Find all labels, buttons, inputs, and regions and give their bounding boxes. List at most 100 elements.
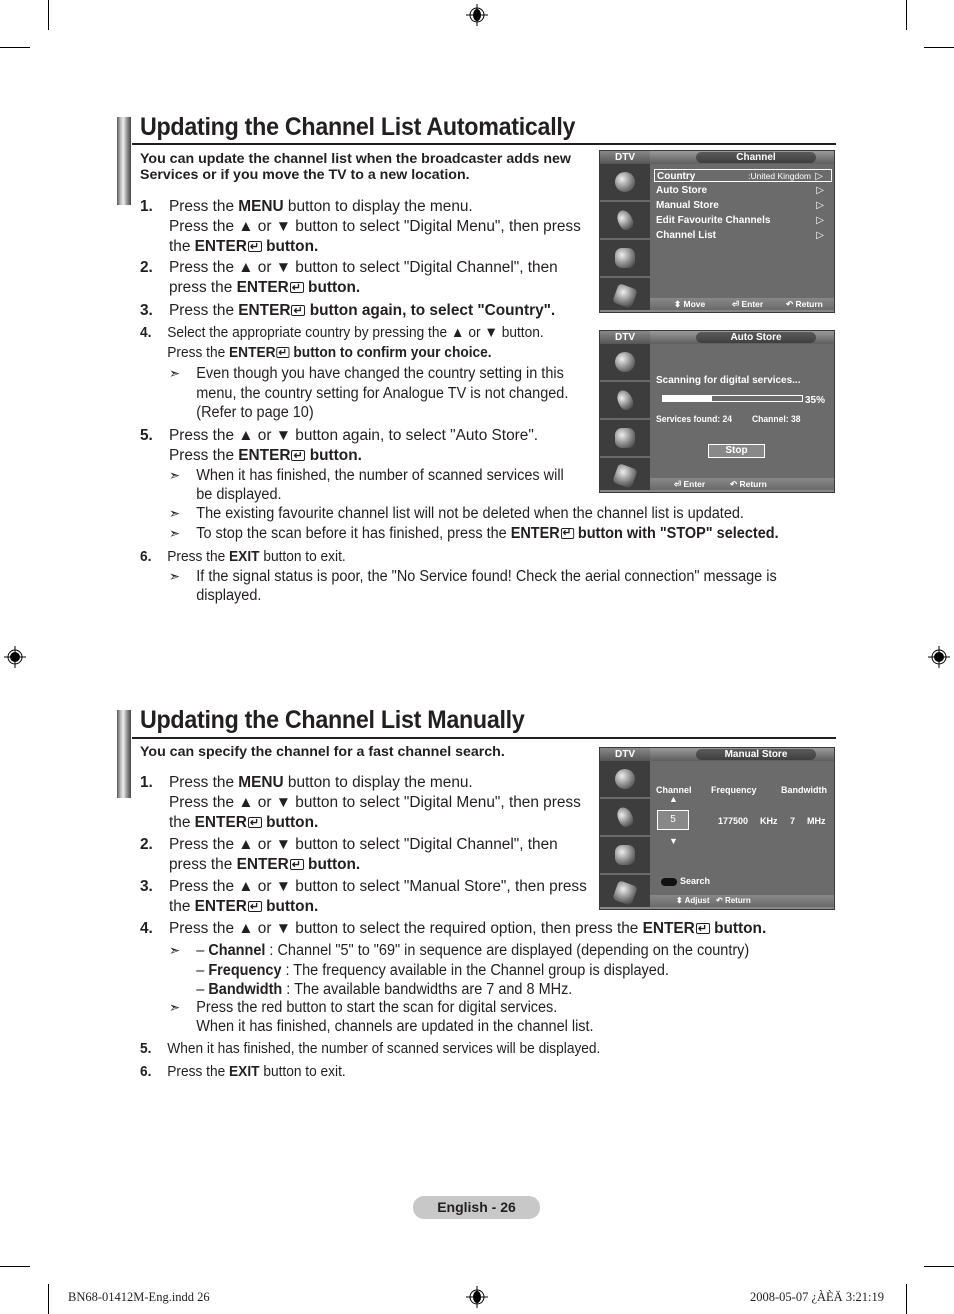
step-number: 6. xyxy=(140,1064,152,1080)
section-title-auto: Updating the Channel List Automatically xyxy=(140,113,576,141)
progress-percent: 35% xyxy=(805,395,826,406)
progress-fill xyxy=(663,396,712,401)
note-text: When it has finished, channels are updat… xyxy=(196,1017,594,1035)
input-icon xyxy=(612,880,638,906)
note-text: The existing favourite channel list will… xyxy=(196,505,744,522)
picture-icon xyxy=(615,352,635,372)
registration-mark-icon xyxy=(928,646,950,668)
osd-title: Manual Store xyxy=(696,749,816,760)
note-arrow-icon: ➣ xyxy=(169,942,181,958)
osd-footer: ⬍ Move ⏎ Enter ↶ Return xyxy=(650,298,834,310)
stop-button[interactable]: Stop xyxy=(708,444,765,458)
channel-up-arrow-icon[interactable]: ▲ xyxy=(669,794,678,804)
step-number: 3. xyxy=(140,878,153,895)
step-number: 6. xyxy=(140,549,152,565)
step-text: Press the EXIT button to exit. xyxy=(167,549,346,565)
note-arrow-icon: ➣ xyxy=(169,999,181,1015)
osd-dtv-tag: DTV xyxy=(600,151,650,164)
step-text: Press the ENTER button to confirm your c… xyxy=(167,343,491,363)
enter-hint: ⏎ Enter xyxy=(674,479,706,489)
enter-icon xyxy=(289,855,304,875)
step-number: 4. xyxy=(140,920,153,937)
chevron-right-icon: ▷ xyxy=(816,215,824,226)
bandwidth-value[interactable]: 7 xyxy=(790,816,795,826)
note-arrow-icon: ➣ xyxy=(169,467,181,483)
registration-mark-icon xyxy=(466,4,488,26)
col-frequency-label: Frequency xyxy=(711,785,757,795)
osd-channel-menu: DTV Channel ⬍ Move ⏎ Enter ↶ Return Coun… xyxy=(599,150,835,313)
osd-menu-item[interactable]: Edit Favourite Channels ▷ xyxy=(654,214,832,227)
red-button-icon xyxy=(661,878,677,886)
step-text: Press the ▲ or ▼ button to select "Digit… xyxy=(169,836,558,853)
step-text: the ENTER button. xyxy=(169,813,318,833)
note-text: – Frequency : The frequency available in… xyxy=(196,961,669,979)
step-text: Press the ENTER button. xyxy=(169,446,362,466)
section-intro: You can specify the channel for a fast c… xyxy=(140,744,505,760)
chevron-right-icon: ▷ xyxy=(816,230,824,241)
crop-mark xyxy=(0,47,30,48)
crop-mark xyxy=(48,1284,49,1314)
osd-sidebar xyxy=(600,761,650,909)
step-text: Press the EXIT button to exit. xyxy=(167,1064,346,1080)
crop-mark xyxy=(906,0,907,30)
step-number: 5. xyxy=(140,1041,152,1057)
chevron-right-icon: ▷ xyxy=(815,171,823,182)
note-arrow-icon: ➣ xyxy=(169,365,181,381)
input-icon xyxy=(612,463,638,489)
satellite-dish-icon xyxy=(614,387,636,413)
col-bandwidth-label: Bandwidth xyxy=(781,785,827,795)
channel-input[interactable]: 5 xyxy=(657,810,689,830)
crop-mark xyxy=(0,1266,30,1267)
note-text: If the signal status is poor, the "No Se… xyxy=(196,568,777,585)
enter-icon xyxy=(560,524,574,544)
note-arrow-icon: ➣ xyxy=(169,568,181,584)
osd-menu-item[interactable]: Manual Store ▷ xyxy=(654,199,832,212)
section-intro: You can update the channel list when the… xyxy=(140,151,600,183)
crop-mark xyxy=(48,0,49,30)
step-text: Press the ▲ or ▼ button to select "Manua… xyxy=(169,878,587,895)
note-text: be displayed. xyxy=(196,486,282,503)
gear-icon xyxy=(615,845,635,865)
chevron-right-icon: ▷ xyxy=(816,200,824,211)
osd-menu-item[interactable]: Auto Store ▷ xyxy=(654,184,832,197)
registration-mark-icon xyxy=(466,1286,488,1308)
channel-number: Channel: 38 xyxy=(752,414,801,425)
frequency-unit: KHz xyxy=(760,816,778,826)
note-text: When it has finished, the number of scan… xyxy=(196,467,564,484)
note-text: Press the red button to start the scan f… xyxy=(196,999,558,1016)
step-number: 2. xyxy=(140,836,153,853)
note-text: To stop the scan before it has finished,… xyxy=(196,524,778,544)
return-hint: ↶ Return xyxy=(730,479,767,489)
osd-title: Channel xyxy=(696,152,816,163)
file-slug: BN68-01412M-Eng.indd 26 xyxy=(68,1290,210,1304)
step-text: the ENTER button. xyxy=(169,897,318,917)
gear-icon xyxy=(615,248,635,268)
search-label[interactable]: Search xyxy=(680,876,710,886)
enter-icon xyxy=(289,278,304,298)
note-text: – Bandwidth : The available bandwidths a… xyxy=(196,981,573,998)
return-hint: ↶ Return xyxy=(716,896,751,905)
note-text: Even though you have changed the country… xyxy=(196,365,564,382)
osd-menu-item[interactable]: Country:United Kingdom ▷ xyxy=(654,169,832,182)
move-hint: ⬍ Move xyxy=(674,299,706,309)
osd-manual-store: DTV Manual Store Channel Frequency Bandw… xyxy=(599,747,835,910)
step-number: 5. xyxy=(140,427,153,444)
picture-icon xyxy=(615,769,635,789)
enter-icon xyxy=(695,919,710,939)
registration-mark-icon xyxy=(4,646,26,668)
osd-title: Auto Store xyxy=(696,332,816,343)
enter-icon xyxy=(276,343,290,363)
step-text: Press the MENU button to display the men… xyxy=(169,198,473,215)
step-number: 1. xyxy=(140,774,153,791)
note-text: – Channel : Channel "5" to "69" in seque… xyxy=(196,942,750,959)
step-text: Press the MENU button to display the men… xyxy=(169,774,473,791)
step-number: 3. xyxy=(140,302,153,319)
page-number-badge: English - 26 xyxy=(413,1196,540,1219)
enter-icon xyxy=(247,813,262,833)
step-text: Press the ▲ or ▼ button again, to select… xyxy=(169,427,539,444)
step-text: press the ENTER button. xyxy=(169,855,360,875)
channel-down-arrow-icon[interactable]: ▼ xyxy=(669,836,678,846)
crop-mark xyxy=(906,1284,907,1314)
osd-menu-item[interactable]: Channel List ▷ xyxy=(654,229,832,242)
note-text: displayed. xyxy=(196,586,262,604)
